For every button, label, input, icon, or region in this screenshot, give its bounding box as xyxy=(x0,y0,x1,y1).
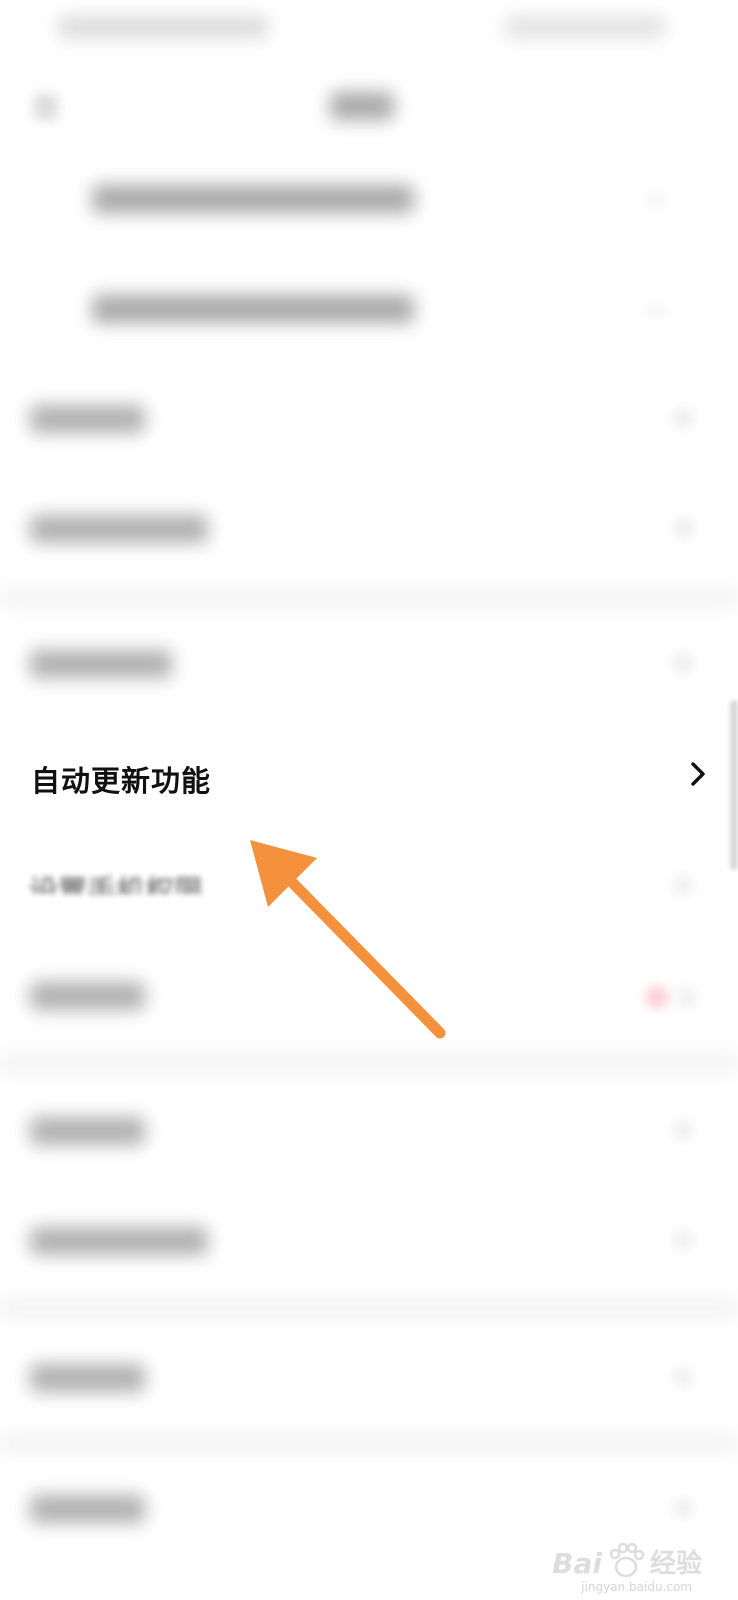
scrollbar-thumb[interactable] xyxy=(730,700,738,870)
row-5-chevron-blur xyxy=(672,652,694,674)
settings-row-4[interactable] xyxy=(0,475,738,585)
settings-row-1[interactable] xyxy=(0,145,738,255)
row-10-chevron-blur xyxy=(672,1229,694,1251)
row-1-label-blur xyxy=(92,185,414,213)
row-10-label-blur xyxy=(30,1227,208,1255)
row-9-label-blur xyxy=(30,1117,145,1145)
set-permission-label: 设置手机权限 xyxy=(29,874,204,894)
row-1-chevron-blur xyxy=(645,189,667,211)
settings-row-2[interactable] xyxy=(0,255,738,365)
settings-row-11[interactable] xyxy=(0,1320,738,1430)
settings-row-10[interactable] xyxy=(0,1185,738,1295)
section-divider-2 xyxy=(0,1050,738,1076)
auto-update-row[interactable]: 自动更新功能 xyxy=(0,720,738,830)
row-11-chevron-blur xyxy=(672,1366,694,1388)
baidu-jingyan-watermark: Bai 经验 xyxy=(552,1540,702,1580)
row-9-chevron-blur xyxy=(672,1119,694,1141)
settings-row-3[interactable] xyxy=(0,365,738,475)
chevron-right-icon xyxy=(691,762,705,786)
section-divider-1 xyxy=(0,585,738,611)
section-divider-4 xyxy=(0,1430,738,1456)
row-12-chevron-blur xyxy=(672,1497,694,1519)
row-2-label-blur xyxy=(92,295,414,323)
settings-row-8[interactable] xyxy=(0,940,738,1050)
status-bar-right-blur xyxy=(505,16,665,38)
row-4-label-blur xyxy=(30,515,208,543)
row-3-label-blur xyxy=(30,405,145,433)
row-2-chevron-blur xyxy=(645,299,667,321)
watermark-url: jingyan.baidu.com xyxy=(581,1580,692,1594)
row-7-chevron-blur xyxy=(672,874,694,896)
paw-logo-icon xyxy=(609,1542,645,1578)
page-title-blur xyxy=(330,92,394,120)
back-icon[interactable] xyxy=(34,94,58,120)
row-8-label-blur xyxy=(30,982,145,1010)
notification-dot-blur xyxy=(646,986,668,1008)
row-11-label-blur xyxy=(30,1364,145,1392)
watermark-suffix: 经验 xyxy=(649,1549,702,1579)
row-12-label-blur xyxy=(30,1495,145,1523)
row-3-chevron-blur xyxy=(672,407,694,429)
row-4-chevron-blur xyxy=(672,517,694,539)
watermark-brand: Bai xyxy=(552,1547,602,1580)
row-8-chevron-blur xyxy=(676,986,698,1008)
section-divider-3 xyxy=(0,1295,738,1321)
settings-row-9[interactable] xyxy=(0,1075,738,1185)
row-5-label-blur xyxy=(30,650,172,678)
settings-screen: 自动更新功能 设置手机权限 Bai 经验 jingyan.baidu.com xyxy=(0,0,738,1600)
auto-update-label: 自动更新功能 xyxy=(31,764,212,798)
settings-row-5[interactable] xyxy=(0,610,738,720)
status-bar-left-blur xyxy=(58,16,268,38)
